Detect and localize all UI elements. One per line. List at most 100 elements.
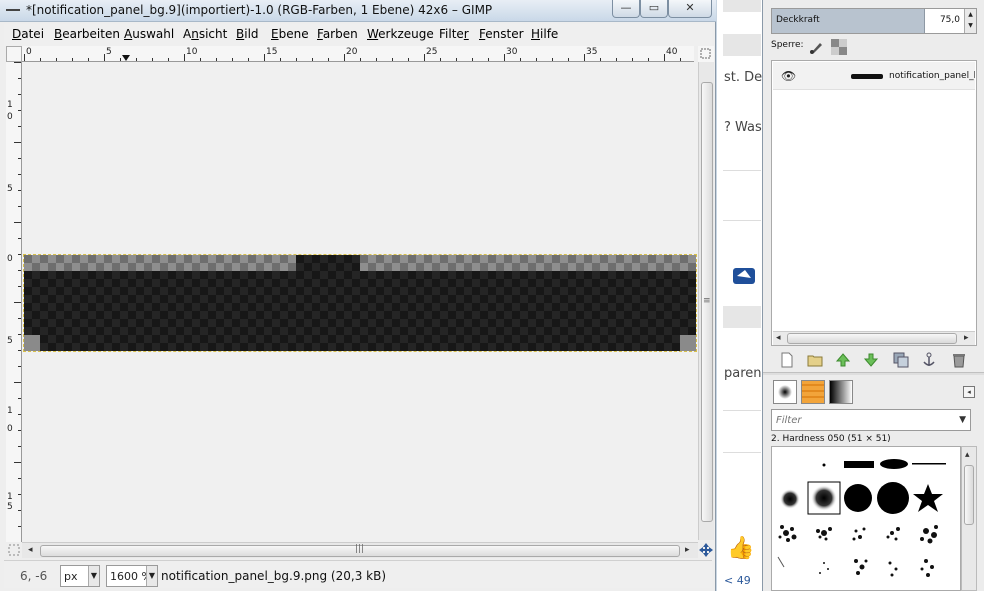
raise-layer-icon[interactable] — [835, 352, 851, 368]
horizontal-ruler[interactable]: 0 5 10 15 20 25 30 35 40 — [22, 46, 694, 62]
quick-mask-toggle[interactable] — [6, 46, 22, 62]
vertical-scrollbar[interactable]: ≡ — [698, 62, 714, 540]
menu-item[interactable]: Datei — [12, 27, 44, 41]
layer-list[interactable]: 👁 notification_panel_bg ◂ ▸ — [771, 60, 977, 346]
menu-item[interactable]: Farben — [317, 27, 358, 41]
new-layer-group-icon[interactable] — [807, 352, 823, 368]
brush-item — [777, 556, 934, 577]
opacity-spin-buttons[interactable]: ▲ ▼ — [964, 9, 976, 33]
scroll-left-icon[interactable]: ◂ — [28, 545, 33, 555]
ruler-label: 20 — [346, 47, 358, 57]
lock-pixels-icon[interactable] — [809, 39, 825, 55]
scroll-left-icon[interactable]: ◂ — [776, 333, 781, 343]
background-band — [723, 306, 761, 328]
layer-list-scrollbar[interactable]: ◂ ▸ — [773, 331, 975, 345]
image-canvas[interactable] — [22, 62, 698, 542]
anchor-layer-icon[interactable] — [921, 352, 937, 368]
horizontal-scrollbar[interactable]: ◂ ||| ▸ — [22, 542, 698, 558]
close-button[interactable]: ✕ — [668, 0, 712, 18]
file-info: notification_panel_bg.9.png (20,3 kB) — [161, 569, 387, 583]
brush-scrollbar[interactable]: ▴ — [961, 446, 977, 591]
tab-menu-icon[interactable]: ◂ — [963, 386, 975, 398]
menu-item[interactable]: Auswahl — [124, 27, 174, 41]
background-text: st. De — [724, 70, 762, 85]
lock-alpha-icon[interactable] — [831, 39, 847, 55]
tab-patterns[interactable] — [801, 380, 825, 404]
zoom-fit-icon — [700, 48, 711, 59]
scroll-right-icon[interactable]: ▸ — [964, 333, 969, 343]
minimize-button[interactable]: — — [612, 0, 640, 18]
brush-tabs: ◂ — [771, 380, 977, 406]
zoom-select[interactable]: 1600 % ▼ — [106, 565, 158, 587]
layer-buttons — [771, 350, 977, 370]
title-bar[interactable]: *[notification_panel_bg.9](importiert)-1… — [0, 0, 716, 22]
brush-filter-combo[interactable]: ▼ — [771, 409, 971, 431]
brush-grid[interactable] — [771, 446, 961, 591]
navigate-corner[interactable] — [698, 46, 714, 62]
menu-item[interactable]: Hilfe — [531, 27, 558, 41]
ruler-tick — [504, 54, 505, 61]
unit-select[interactable]: px ▼ — [60, 565, 100, 587]
tab-brushes[interactable] — [773, 380, 797, 404]
brush-item — [778, 525, 938, 544]
lock-label: Sperre: — [771, 40, 804, 50]
background-band — [723, 0, 761, 12]
ruler-label: 1 — [7, 492, 13, 502]
ruler-label: 0 — [7, 424, 13, 434]
background-text[interactable]: < 49 — [724, 574, 751, 587]
ruler-label: 30 — [506, 47, 518, 57]
menu-item[interactable]: Werkzeuge — [367, 27, 434, 41]
gimp-image-window: *[notification_panel_bg.9](importiert)-1… — [0, 0, 716, 591]
brush-item — [780, 489, 800, 509]
vertical-ruler[interactable]: 105051015 — [6, 62, 22, 542]
ruler-tick — [264, 54, 265, 61]
ruler-label: 15 — [266, 47, 278, 57]
scroll-right-icon[interactable]: ▸ — [685, 545, 690, 555]
brush-scroll-thumb[interactable] — [964, 465, 974, 525]
background-window[interactable]: st. De ? Was paren 👍 < 49 — [717, 0, 762, 591]
menu-item[interactable]: Bearbeiten — [54, 27, 120, 41]
opacity-value: 75,0 — [939, 15, 960, 25]
hand-cursor-icon: 👍 — [727, 536, 755, 561]
layer-scroll-thumb[interactable] — [787, 333, 957, 344]
brush-filter-input[interactable] — [772, 410, 952, 430]
background-text: paren — [724, 366, 762, 381]
brush-item — [877, 482, 909, 514]
layer-name[interactable]: notification_panel_bg — [889, 71, 975, 81]
ruler-tick — [14, 302, 21, 303]
menu-item[interactable]: Ansicht — [183, 27, 227, 41]
scroll-up-icon[interactable]: ▴ — [965, 450, 970, 460]
background-text: ? Was — [724, 120, 762, 135]
window-title: *[notification_panel_bg.9](importiert)-1… — [26, 3, 493, 17]
chevron-down-icon[interactable]: ▼ — [959, 415, 966, 425]
unit-value: px — [64, 570, 78, 583]
chevron-down-icon: ▼ — [146, 566, 157, 586]
app-icon[interactable] — [731, 264, 759, 291]
brush-previews — [777, 459, 946, 577]
menu-item[interactable]: Bild — [236, 27, 259, 41]
visibility-eye-icon[interactable]: 👁 — [781, 69, 796, 83]
navigate-icon[interactable] — [699, 543, 713, 560]
layer-row[interactable]: 👁 notification_panel_bg — [773, 62, 975, 90]
delete-layer-icon[interactable] — [951, 352, 967, 368]
ruler-tick — [14, 142, 21, 143]
new-layer-icon[interactable] — [779, 352, 795, 368]
window-menu-icon[interactable] — [6, 9, 20, 11]
brush-icon — [778, 385, 792, 399]
ruler-tick — [14, 382, 21, 383]
ruler-label: 0 — [7, 112, 13, 122]
menu-item[interactable]: Filter — [439, 27, 469, 41]
status-bar: 6, -6 px ▼ 1600 % ▼ notification_panel_b… — [4, 560, 712, 588]
opacity-slider[interactable]: Deckkraft 75,0 ▲ ▼ — [771, 8, 977, 34]
lower-layer-icon[interactable] — [863, 352, 879, 368]
maximize-button[interactable]: ▭ — [640, 0, 668, 18]
dock-separator[interactable] — [763, 372, 984, 375]
ruler-tick — [184, 54, 185, 61]
menu-item[interactable]: Fenster — [479, 27, 524, 41]
tab-gradients[interactable] — [829, 380, 853, 404]
menu-item[interactable]: Ebene — [271, 27, 309, 41]
image-layer-preview[interactable] — [23, 254, 697, 352]
divider — [723, 452, 761, 453]
pointer-coordinates: 6, -6 — [20, 569, 48, 583]
duplicate-layer-icon[interactable] — [893, 352, 909, 368]
